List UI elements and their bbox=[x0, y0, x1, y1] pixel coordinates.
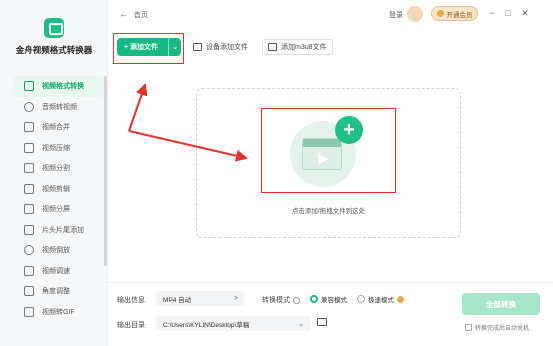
radio-selected-icon bbox=[310, 295, 318, 303]
chevron-down-icon: ⌄ bbox=[298, 320, 304, 328]
arrow-to-drop-zone bbox=[128, 130, 248, 162]
auto-shutdown-label: 转换完成后自动关机 bbox=[475, 326, 530, 332]
mode-compatible-label: 兼容模式 bbox=[321, 297, 347, 304]
mode-fast-radio[interactable]: 极速模式 bbox=[357, 294, 404, 304]
info-icon bbox=[293, 296, 300, 304]
convert-mode-label: 转换模式 bbox=[262, 295, 300, 305]
chevron-right-icon: > bbox=[233, 295, 238, 302]
arrow-to-add-button bbox=[128, 83, 148, 132]
vip-badge-icon bbox=[397, 295, 404, 303]
convert-all-button[interactable]: 全部转换 bbox=[462, 293, 540, 315]
mode-fast-label: 极速模式 bbox=[368, 297, 394, 304]
checkbox-icon bbox=[465, 324, 472, 331]
convert-mode-text: 转换模式 bbox=[262, 297, 290, 304]
output-format-label: 输出信息 bbox=[117, 297, 145, 304]
output-dir-label: 输出目录 bbox=[117, 322, 145, 329]
output-format-select[interactable]: MP4 自动 > bbox=[156, 291, 244, 306]
output-format-value: MP4 自动 bbox=[163, 296, 192, 304]
folder-icon[interactable] bbox=[317, 318, 327, 326]
output-dir-select[interactable]: C:\Users\KYLIN\Desktop\草稿 ⌄ bbox=[156, 316, 310, 331]
mode-compatible-radio[interactable]: 兼容模式 bbox=[310, 294, 347, 304]
radio-unselected-icon bbox=[357, 295, 365, 303]
auto-shutdown-checkbox[interactable]: 转换完成后自动关机 bbox=[465, 323, 529, 332]
output-dir-value: C:\Users\KYLIN\Desktop\草稿 bbox=[163, 321, 250, 329]
